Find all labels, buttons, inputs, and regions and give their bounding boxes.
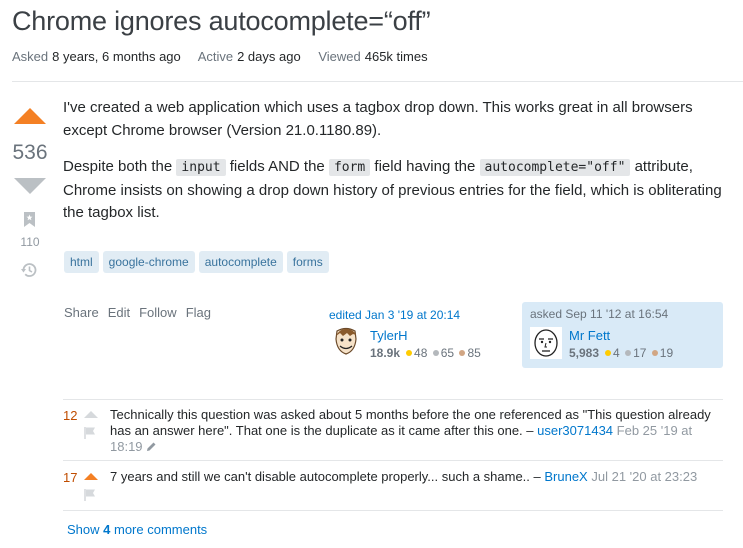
pencil-icon[interactable] [146, 441, 157, 452]
editor-avatar[interactable] [330, 325, 362, 357]
share-link[interactable]: Share [64, 305, 99, 320]
owner-username[interactable]: Mr Fett [569, 328, 610, 343]
bronze-badge-icon [459, 350, 466, 357]
comment-score: 12 [63, 408, 78, 423]
edit-link[interactable]: Edit [108, 305, 130, 320]
silver-badge-icon [432, 350, 439, 357]
code-input: input [176, 159, 226, 176]
silver-badge-icon [625, 350, 632, 357]
gold-badge-icon [406, 350, 413, 357]
code-autocomplete-off: autocomplete="off" [479, 159, 631, 176]
asked-value: 8 years, 6 months ago [52, 49, 181, 64]
asked-timestamp[interactable]: asked Sep 11 '12 at 16:54 [530, 307, 668, 321]
asked-label: Asked [12, 49, 49, 64]
comment-date[interactable]: Jul 21 '20 at 23:23 [591, 469, 697, 484]
bookmark-icon[interactable] [23, 211, 36, 228]
editor-username[interactable]: TylerH [370, 328, 408, 343]
tag-google-chrome[interactable]: google-chrome [102, 251, 195, 273]
upvote-icon[interactable] [14, 108, 46, 124]
question-title[interactable]: Chrome ignores autocomplete=“off” [12, 6, 431, 37]
comment-divider [63, 460, 723, 461]
comment-text: 7 years and still we can't disable autoc… [110, 469, 545, 484]
comment-upvote-icon[interactable] [84, 411, 98, 418]
comment-item: 7 years and still we can't disable autoc… [110, 469, 720, 485]
comment-flag-icon[interactable] [84, 426, 97, 440]
downvote-icon[interactable] [14, 178, 46, 194]
header-divider [12, 81, 743, 82]
body-paragraph-2: Despite both the input fields AND the fo… [63, 158, 722, 221]
active-value[interactable]: 2 days ago [237, 49, 301, 64]
tag-list: html google-chrome autocomplete forms [64, 251, 329, 273]
question-body: I've created a web application which use… [63, 97, 733, 239]
owner-reputation: 5,983 4 17 19 [569, 346, 674, 360]
comments-divider [63, 399, 723, 400]
tag-html[interactable]: html [64, 251, 99, 273]
history-icon[interactable] [20, 261, 38, 279]
body-paragraph-1: I've created a web application which use… [63, 99, 693, 139]
active-label: Active [197, 49, 234, 64]
comment-flag-icon[interactable] [84, 488, 97, 502]
comment-score: 17 [63, 470, 78, 485]
follow-link[interactable]: Follow [139, 305, 177, 320]
vote-count: 536 [12, 141, 48, 164]
gold-badge-icon [605, 350, 612, 357]
bookmark-count: 110 [20, 235, 40, 249]
comment-user[interactable]: user3071434 [537, 423, 613, 438]
comment-upvote-icon[interactable] [84, 473, 98, 480]
edited-timestamp[interactable]: edited Jan 3 '19 at 20:14 [329, 308, 460, 322]
flag-link[interactable]: Flag [186, 305, 211, 320]
tag-autocomplete[interactable]: autocomplete [198, 251, 283, 273]
question-meta: Asked 8 years, 6 months ago Active 2 days … [12, 49, 442, 64]
show-more-comments-link[interactable]: Show 4 more comments [67, 522, 207, 537]
bronze-badge-icon [651, 350, 658, 357]
post-actions: Share Edit Follow Flag [64, 305, 211, 320]
viewed-value: 465k times [364, 49, 428, 64]
owner-avatar[interactable] [530, 327, 562, 359]
code-form: form [328, 159, 371, 176]
comment-divider [63, 510, 723, 511]
editor-reputation: 18.9k 48 65 85 [370, 346, 481, 360]
viewed-label: Viewed [318, 49, 361, 64]
tag-forms[interactable]: forms [286, 251, 329, 273]
comment-item: Technically this question was asked abou… [110, 407, 720, 455]
comment-user[interactable]: BruneX [544, 469, 587, 484]
editor-signature: edited Jan 3 '19 at 20:14 [329, 306, 509, 324]
